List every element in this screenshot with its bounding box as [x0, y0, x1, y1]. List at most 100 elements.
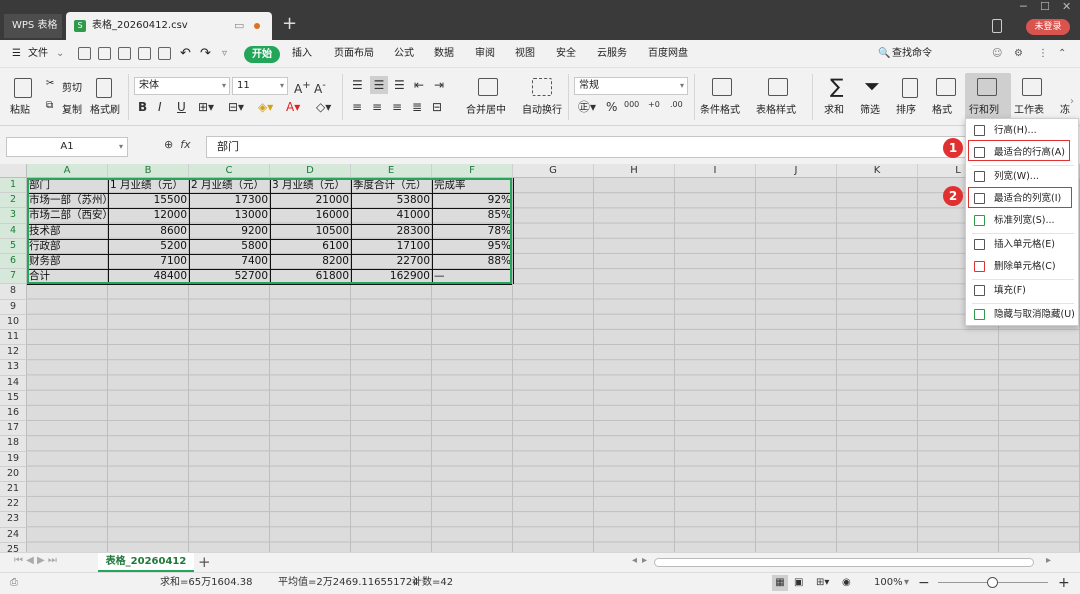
- tab-page-layout[interactable]: 页面布局: [334, 40, 374, 68]
- table-cell[interactable]: 95%: [432, 239, 513, 254]
- conditional-format-icon[interactable]: [712, 78, 732, 96]
- font-color-icon[interactable]: A▾: [286, 100, 300, 114]
- scroll-left-icon[interactable]: ◂: [632, 555, 637, 566]
- percent-icon[interactable]: %: [606, 100, 617, 114]
- table-cell[interactable]: 52700: [189, 269, 270, 284]
- table-cell[interactable]: 5200: [108, 239, 189, 254]
- freeze-button[interactable]: 冻: [1060, 101, 1070, 116]
- more-icon[interactable]: ⋮: [1038, 40, 1048, 68]
- table-cell[interactable]: 市场一部（苏州）: [27, 193, 108, 208]
- row-header[interactable]: 4: [0, 223, 27, 239]
- tab-baidu-disk[interactable]: 百度网盘: [648, 40, 688, 68]
- formula-input[interactable]: 部门: [206, 136, 966, 158]
- sheet-grid[interactable]: ABCDEFGHIJKL 1 2 3 4 5 6 7 8 9 10 11 12 13 14 15 16 17 18…: [0, 164, 1080, 552]
- thousands-icon[interactable]: 000: [624, 98, 639, 112]
- wps-home-tab[interactable]: WPS 表格: [4, 14, 62, 38]
- row-header[interactable]: 18: [0, 436, 27, 452]
- table-cell[interactable]: 15500: [108, 193, 189, 208]
- column-header[interactable]: F: [432, 164, 513, 178]
- row-header[interactable]: 13: [0, 360, 27, 376]
- table-cell[interactable]: 162900: [351, 269, 432, 284]
- align-left-icon[interactable]: ≡: [352, 100, 362, 114]
- fill-color-icon[interactable]: ◈▾: [258, 100, 273, 114]
- login-button[interactable]: 未登录: [1026, 19, 1070, 35]
- row-header[interactable]: 3: [0, 208, 27, 224]
- menu-item-hide-unhide[interactable]: 隐藏与取消隐藏(U): [966, 305, 1080, 325]
- table-cell[interactable]: 市场二部（西安）: [27, 208, 108, 223]
- monitor-icon[interactable]: ▭: [234, 12, 244, 40]
- align-top-icon[interactable]: ☰: [352, 78, 363, 92]
- table-cell[interactable]: 5800: [189, 239, 270, 254]
- row-header[interactable]: 8: [0, 284, 27, 300]
- gear-icon[interactable]: ⚙: [1014, 40, 1023, 68]
- tab-security[interactable]: 安全: [556, 40, 576, 68]
- zoom-level[interactable]: 100%: [874, 573, 903, 593]
- tab-view[interactable]: 视图: [515, 40, 535, 68]
- format-button[interactable]: 格式: [932, 101, 952, 116]
- row-col-button[interactable]: 行和列: [965, 73, 1011, 119]
- open-folder-icon[interactable]: [78, 47, 91, 60]
- sheet-tab[interactable]: 表格_20260412: [98, 553, 194, 572]
- file-menu[interactable]: 文件: [28, 40, 48, 68]
- table-cell[interactable]: 8600: [108, 224, 189, 239]
- font-name-select[interactable]: 宋体 ▾: [134, 77, 230, 95]
- merge-center-icon[interactable]: [478, 78, 498, 96]
- minimize-icon[interactable]: ─: [1020, 0, 1027, 14]
- undo-icon[interactable]: ↶: [180, 40, 191, 68]
- header-cell[interactable]: 1 月业绩（元）: [108, 178, 189, 193]
- column-header[interactable]: E: [351, 164, 432, 178]
- sigma-icon[interactable]: ∑: [830, 74, 843, 98]
- grow-font-icon[interactable]: A+: [294, 79, 311, 96]
- table-cell[interactable]: 13000: [189, 208, 270, 223]
- table-cell[interactable]: 16000: [270, 208, 351, 223]
- row-header[interactable]: 24: [0, 527, 27, 543]
- name-box[interactable]: A1 ▾: [6, 137, 128, 157]
- menu-item-standard-width[interactable]: 标准列宽(S)...: [966, 211, 1080, 231]
- feedback-icon[interactable]: ☺: [992, 40, 1002, 68]
- table-cell[interactable]: 6100: [270, 239, 351, 254]
- horizontal-scrollbar[interactable]: [654, 558, 1034, 567]
- eye-protect-icon[interactable]: ◉: [842, 573, 851, 593]
- clear-icon[interactable]: ◇▾: [316, 100, 331, 114]
- close-icon[interactable]: ✕: [1062, 0, 1071, 14]
- zoom-icon[interactable]: ⊕: [164, 138, 173, 151]
- paste-icon[interactable]: [14, 78, 32, 98]
- add-sheet-button[interactable]: +: [198, 553, 211, 571]
- row-header[interactable]: 11: [0, 330, 27, 346]
- row-header[interactable]: 17: [0, 421, 27, 437]
- scroll-right-icon[interactable]: ›: [1070, 96, 1074, 107]
- table-cell[interactable]: 61800: [270, 269, 351, 284]
- table-cell[interactable]: 10500: [270, 224, 351, 239]
- wrap-text-icon[interactable]: [532, 78, 552, 96]
- format-painter-icon[interactable]: [96, 78, 112, 98]
- table-cell[interactable]: 85%: [432, 208, 513, 223]
- row-header[interactable]: 21: [0, 482, 27, 498]
- column-header[interactable]: J: [756, 164, 837, 178]
- table-cell[interactable]: 21000: [270, 193, 351, 208]
- table-cell[interactable]: 17300: [189, 193, 270, 208]
- table-cell[interactable]: 技术部: [27, 224, 108, 239]
- row-header[interactable]: 25: [0, 542, 27, 552]
- bold-icon[interactable]: B: [138, 100, 147, 114]
- header-cell[interactable]: 完成率: [432, 178, 513, 193]
- row-header[interactable]: 9: [0, 299, 27, 315]
- table-style-button[interactable]: 表格样式: [756, 101, 796, 116]
- row-header[interactable]: 20: [0, 466, 27, 482]
- border-icon[interactable]: ⊞▾: [198, 100, 214, 114]
- zoom-in-icon[interactable]: +: [1058, 573, 1070, 593]
- sum-button[interactable]: 求和: [824, 101, 844, 116]
- align-center-icon[interactable]: ≡: [372, 100, 382, 114]
- header-cell[interactable]: 3 月业绩（元）: [270, 178, 351, 193]
- file-tab[interactable]: S 表格_20260412.csv ▭: [66, 12, 272, 40]
- table-cell[interactable]: 7100: [108, 254, 189, 269]
- conditional-format-button[interactable]: 条件格式: [700, 101, 740, 116]
- menu-item-insert-cell[interactable]: 插入单元格(E): [966, 235, 1080, 255]
- column-header[interactable]: G: [513, 164, 594, 178]
- menu-item-col-width[interactable]: 列宽(W)...: [966, 167, 1080, 187]
- zoom-out-icon[interactable]: −: [918, 573, 930, 593]
- filter-button[interactable]: 筛选: [860, 101, 880, 116]
- fx-icon[interactable]: fx: [180, 138, 190, 151]
- row-header[interactable]: 1: [0, 178, 27, 194]
- menu-item-fill[interactable]: 填充(F): [966, 281, 1080, 301]
- align-middle-icon[interactable]: ☰: [370, 76, 388, 94]
